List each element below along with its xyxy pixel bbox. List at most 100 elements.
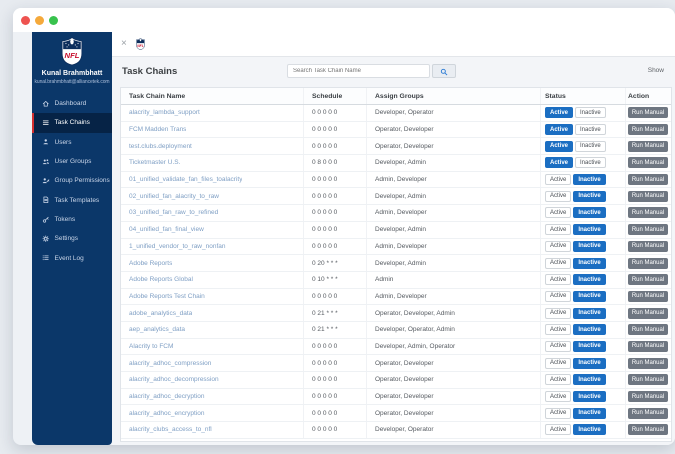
run-manual-button[interactable]: Run Manual bbox=[628, 240, 668, 252]
task-chain-link[interactable]: alacrity_clubs_access_to_nfl bbox=[129, 426, 212, 433]
task-chain-link[interactable]: 01_unified_validate_fan_files_toalacrity bbox=[129, 176, 242, 183]
task-chain-link[interactable]: FCM Madden Trans bbox=[129, 126, 186, 133]
run-manual-button[interactable]: Run Manual bbox=[628, 357, 668, 369]
run-manual-button[interactable]: Run Manual bbox=[628, 257, 668, 269]
active-button[interactable]: Active bbox=[545, 190, 572, 202]
inactive-button[interactable]: Inactive bbox=[575, 124, 606, 136]
close-tab-icon[interactable]: × bbox=[121, 39, 127, 49]
show-entries-label[interactable]: Show bbox=[648, 67, 664, 74]
run-manual-button[interactable]: Run Manual bbox=[628, 224, 668, 236]
sidebar-item-task-templates[interactable]: Task Templates bbox=[32, 190, 112, 209]
window-minimize-button[interactable] bbox=[35, 15, 44, 25]
inactive-button[interactable]: Inactive bbox=[573, 307, 606, 319]
search-input[interactable] bbox=[287, 64, 430, 78]
window-maximize-button[interactable] bbox=[49, 15, 58, 25]
active-button[interactable]: Active bbox=[545, 274, 572, 286]
run-manual-button[interactable]: Run Manual bbox=[628, 140, 668, 152]
task-chain-link[interactable]: alacrity_adhoc_decompression bbox=[129, 376, 219, 383]
inactive-button[interactable]: Inactive bbox=[573, 190, 606, 202]
run-manual-button[interactable]: Run Manual bbox=[628, 374, 668, 386]
task-chain-link[interactable]: alacrity_lambda_support bbox=[129, 109, 200, 116]
task-chain-link[interactable]: Adobe Reports Global bbox=[129, 276, 193, 283]
active-button[interactable]: Active bbox=[545, 140, 574, 152]
active-button[interactable]: Active bbox=[545, 107, 574, 119]
run-manual-button[interactable]: Run Manual bbox=[628, 190, 668, 202]
active-button[interactable]: Active bbox=[545, 357, 572, 369]
task-chain-link[interactable]: 02_unified_fan_alacrity_to_raw bbox=[129, 193, 219, 200]
run-manual-button[interactable]: Run Manual bbox=[628, 174, 668, 186]
inactive-button[interactable]: Inactive bbox=[573, 240, 606, 252]
active-button[interactable]: Active bbox=[545, 157, 574, 169]
nfl-tab-icon[interactable]: NFL bbox=[136, 38, 145, 50]
inactive-button[interactable]: Inactive bbox=[573, 224, 606, 236]
task-chain-link[interactable]: aep_analytics_data bbox=[129, 326, 185, 333]
active-button[interactable]: Active bbox=[545, 290, 572, 302]
inactive-button[interactable]: Inactive bbox=[573, 174, 606, 186]
run-manual-button[interactable]: Run Manual bbox=[628, 107, 668, 119]
inactive-button[interactable]: Inactive bbox=[573, 324, 606, 336]
sidebar-item-group-permissions[interactable]: Group Permissions bbox=[32, 171, 112, 190]
inactive-button[interactable]: Inactive bbox=[573, 357, 606, 369]
sidebar-item-dashboard[interactable]: Dashboard bbox=[32, 94, 112, 113]
run-manual-button[interactable]: Run Manual bbox=[628, 307, 668, 319]
active-button[interactable]: Active bbox=[545, 224, 572, 236]
run-manual-button[interactable]: Run Manual bbox=[628, 207, 668, 219]
run-manual-button[interactable]: Run Manual bbox=[628, 340, 668, 352]
task-chain-link[interactable]: alacrity_adhoc_encryption bbox=[129, 410, 205, 417]
inactive-button[interactable]: Inactive bbox=[573, 391, 606, 403]
inactive-button[interactable]: Inactive bbox=[573, 290, 606, 302]
active-button[interactable]: Active bbox=[545, 424, 572, 436]
inactive-button[interactable]: Inactive bbox=[573, 274, 606, 286]
task-chain-link[interactable]: 03_unified_fan_raw_to_refined bbox=[129, 209, 218, 216]
run-manual-button[interactable]: Run Manual bbox=[628, 324, 668, 336]
sidebar-item-user-groups[interactable]: User Groups bbox=[32, 152, 112, 171]
active-button[interactable]: Active bbox=[545, 374, 572, 386]
inactive-button[interactable]: Inactive bbox=[573, 257, 606, 269]
run-manual-button[interactable]: Run Manual bbox=[628, 391, 668, 403]
task-chain-link[interactable]: 04_unified_fan_final_view bbox=[129, 226, 204, 233]
sidebar-item-event-log[interactable]: Event Log bbox=[32, 248, 112, 267]
window-close-button[interactable] bbox=[21, 15, 30, 25]
inactive-button[interactable]: Inactive bbox=[573, 340, 606, 352]
nfl-shield-logo: NFL bbox=[61, 37, 83, 67]
inactive-button[interactable]: Inactive bbox=[575, 140, 606, 152]
action-cell: Run Manual bbox=[626, 322, 671, 338]
search-button[interactable] bbox=[432, 64, 456, 78]
task-chain-link[interactable]: alacrity_adhoc_compression bbox=[129, 360, 211, 367]
sidebar-item-task-chains[interactable]: Task Chains bbox=[32, 113, 112, 133]
sidebar-item-users[interactable]: Users bbox=[32, 133, 112, 152]
inactive-button[interactable]: Inactive bbox=[573, 207, 606, 219]
active-button[interactable]: Active bbox=[545, 240, 572, 252]
task-chain-link[interactable]: Adobe Reports Test Chain bbox=[129, 293, 205, 300]
task-chain-link[interactable]: alacrity_adhoc_decryption bbox=[129, 393, 205, 400]
active-button[interactable]: Active bbox=[545, 407, 572, 419]
run-manual-button[interactable]: Run Manual bbox=[628, 407, 668, 419]
active-button[interactable]: Active bbox=[545, 207, 572, 219]
active-button[interactable]: Active bbox=[545, 124, 574, 136]
sidebar-item-settings[interactable]: Settings bbox=[32, 229, 112, 248]
sidebar-item-tokens[interactable]: Tokens bbox=[32, 210, 112, 229]
assign-groups-cell: Operator, Developer, Admin bbox=[367, 305, 541, 321]
run-manual-button[interactable]: Run Manual bbox=[628, 290, 668, 302]
inactive-button[interactable]: Inactive bbox=[573, 424, 606, 436]
inactive-button[interactable]: Inactive bbox=[575, 107, 606, 119]
active-button[interactable]: Active bbox=[545, 391, 572, 403]
active-button[interactable]: Active bbox=[545, 324, 572, 336]
run-manual-button[interactable]: Run Manual bbox=[628, 124, 668, 136]
task-chain-link[interactable]: Ticketmaster U.S. bbox=[129, 159, 180, 166]
inactive-button[interactable]: Inactive bbox=[573, 374, 606, 386]
active-button[interactable]: Active bbox=[545, 307, 572, 319]
task-chain-link[interactable]: adobe_analytics_data bbox=[129, 310, 192, 317]
active-button[interactable]: Active bbox=[545, 257, 572, 269]
inactive-button[interactable]: Inactive bbox=[573, 407, 606, 419]
task-chain-link[interactable]: Adobe Reports bbox=[129, 260, 172, 267]
active-button[interactable]: Active bbox=[545, 340, 572, 352]
run-manual-button[interactable]: Run Manual bbox=[628, 274, 668, 286]
task-chain-link[interactable]: test.clubs.deployment bbox=[129, 143, 192, 150]
run-manual-button[interactable]: Run Manual bbox=[628, 424, 668, 436]
inactive-button[interactable]: Inactive bbox=[575, 157, 606, 169]
run-manual-button[interactable]: Run Manual bbox=[628, 157, 668, 169]
active-button[interactable]: Active bbox=[545, 174, 572, 186]
task-chain-link[interactable]: 1_unified_vendor_to_raw_nonfan bbox=[129, 243, 226, 250]
task-chain-link[interactable]: Alacrity to FCM bbox=[129, 343, 173, 350]
